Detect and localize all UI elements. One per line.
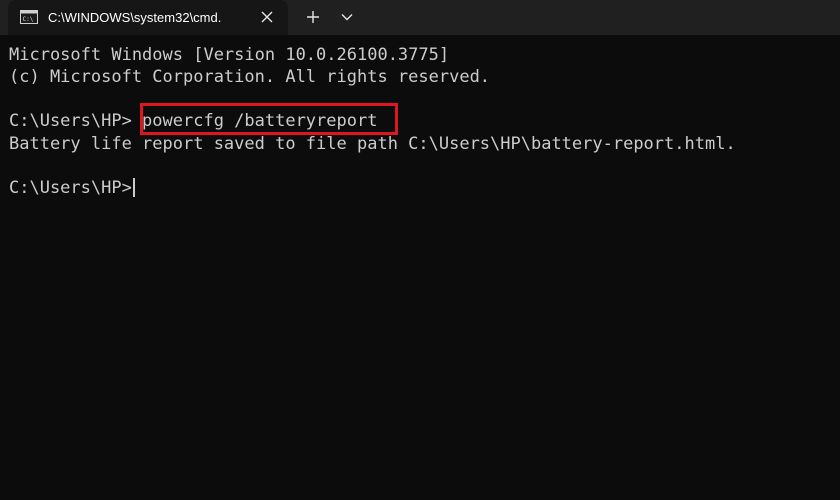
terminal-output[interactable]: Microsoft Windows [Version 10.0.26100.37…	[0, 35, 840, 500]
terminal-window: C:\ C:\WINDOWS\system32\cmd. Microsoft W…	[0, 0, 840, 500]
tab-title: C:\WINDOWS\system32\cmd.	[48, 10, 222, 25]
tab-bar: C:\ C:\WINDOWS\system32\cmd.	[0, 0, 840, 35]
command-highlight-box	[140, 103, 398, 135]
plus-icon[interactable]	[300, 5, 326, 29]
text-cursor	[132, 178, 135, 197]
output-line-version: Microsoft Windows [Version 10.0.26100.37…	[9, 45, 450, 65]
prompt-line[interactable]: C:\Users\HP>	[9, 177, 135, 199]
cmd-icon: C:\	[20, 10, 38, 24]
output-line-copyright: (c) Microsoft Corporation. All rights re…	[9, 67, 491, 87]
tab-cmd[interactable]: C:\ C:\WINDOWS\system32\cmd.	[8, 0, 288, 35]
chevron-down-icon[interactable]	[334, 5, 360, 29]
close-icon[interactable]	[256, 6, 278, 28]
prompt-text: C:\Users\HP>	[9, 178, 132, 198]
output-line-result: Battery life report saved to file path C…	[9, 134, 736, 154]
svg-text:C:\: C:\	[23, 16, 34, 23]
